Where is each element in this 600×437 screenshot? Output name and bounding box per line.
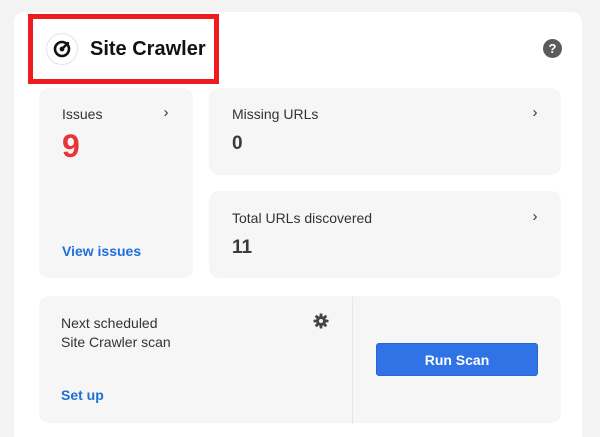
issues-label: Issues <box>62 106 103 122</box>
total-urls-count: 11 <box>232 237 253 258</box>
crawler-logo-icon <box>46 33 78 65</box>
issues-card[interactable]: Issues › 9 View issues <box>39 88 193 278</box>
missing-urls-card[interactable]: Missing URLs › 0 <box>209 88 561 175</box>
schedule-divider <box>352 297 353 424</box>
schedule-line-2: Site Crawler scan <box>61 334 171 350</box>
total-urls-label: Total URLs discovered <box>232 210 373 226</box>
issues-count: 9 <box>62 128 80 164</box>
chevron-right-icon[interactable]: › <box>159 104 173 121</box>
chevron-right-icon[interactable]: › <box>528 208 542 225</box>
gear-icon[interactable] <box>313 313 329 329</box>
missing-urls-label: Missing URLs <box>232 106 319 122</box>
missing-urls-count: 0 <box>232 133 243 154</box>
chevron-right-icon[interactable]: › <box>528 104 542 121</box>
total-urls-card[interactable]: Total URLs discovered › 11 <box>209 191 561 278</box>
question-circle-icon[interactable]: ? <box>543 39 562 58</box>
run-scan-button[interactable]: Run Scan <box>376 343 538 376</box>
set-up-link[interactable]: Set up <box>61 387 104 403</box>
site-crawler-header: Site Crawler <box>28 14 219 84</box>
schedule-line-1: Next scheduled <box>61 315 158 331</box>
view-issues-link[interactable]: View issues <box>62 243 141 259</box>
page-title: Site Crawler <box>90 37 206 60</box>
